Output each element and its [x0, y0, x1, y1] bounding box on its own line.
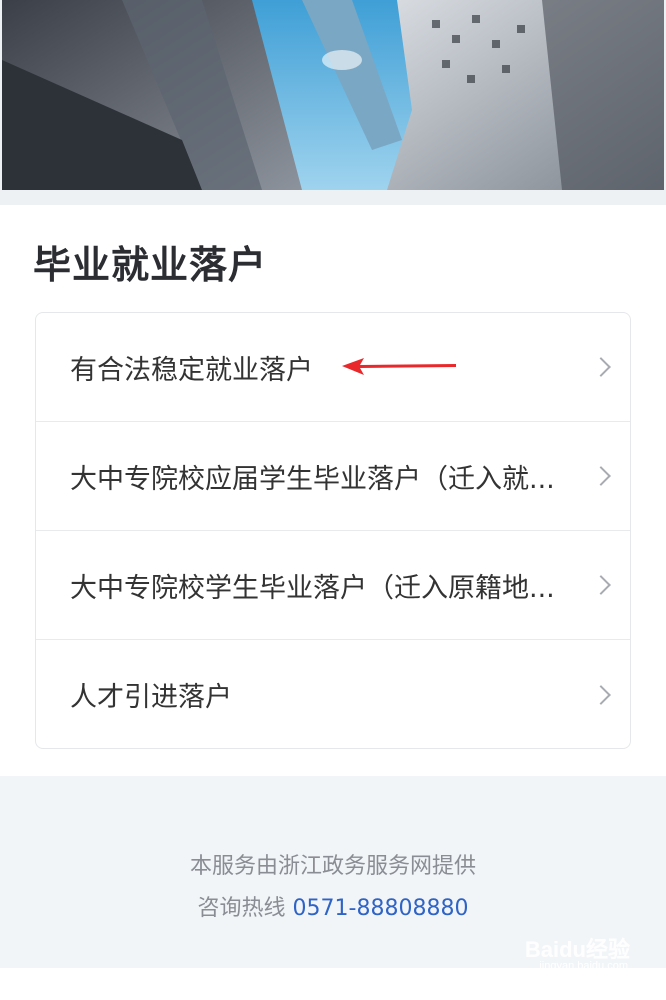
hotline-text: 咨询热线 0571-88808880	[0, 890, 666, 922]
list-item-label: 大中专院校应届学生毕业落户（迁入就...	[70, 463, 555, 495]
list-item-stable-employment[interactable]: 有合法稳定就业落户	[36, 313, 630, 422]
provider-text: 本服务由浙江政务服务网提供	[189, 854, 476, 879]
chevron-right-icon	[591, 466, 611, 486]
city-buildings-image	[2, 0, 664, 190]
list-item-label: 人才引进落户	[70, 682, 232, 713]
hero-banner	[0, 0, 666, 205]
page-title: 毕业就业落户	[33, 243, 268, 287]
chevron-right-icon	[591, 684, 611, 705]
watermark-url: jingyan.baidu.com	[539, 960, 628, 972]
list-item-graduate-hometown[interactable]: 大中专院校学生毕业落户（迁入原籍地...	[36, 531, 630, 640]
list-item-graduate-employment-city[interactable]: 大中专院校应届学生毕业落户（迁入就...	[36, 422, 630, 531]
list-item-label: 有合法稳定就业落户	[70, 354, 313, 386]
list-item-label: 大中专院校学生毕业落户（迁入原籍地...	[70, 572, 555, 604]
chevron-right-icon	[591, 575, 611, 595]
hotline-number-link[interactable]: 0571-88808880	[293, 896, 469, 921]
service-list: 有合法稳定就业落户 大中专院校应届学生毕业落户（迁入就... 大中专院校学生毕业…	[35, 312, 631, 749]
list-item-talent-introduction[interactable]: 人才引进落户	[36, 640, 630, 748]
hotline-label: 咨询热线	[197, 896, 293, 921]
red-arrow-annotation	[340, 355, 460, 383]
chevron-right-icon	[591, 357, 611, 377]
